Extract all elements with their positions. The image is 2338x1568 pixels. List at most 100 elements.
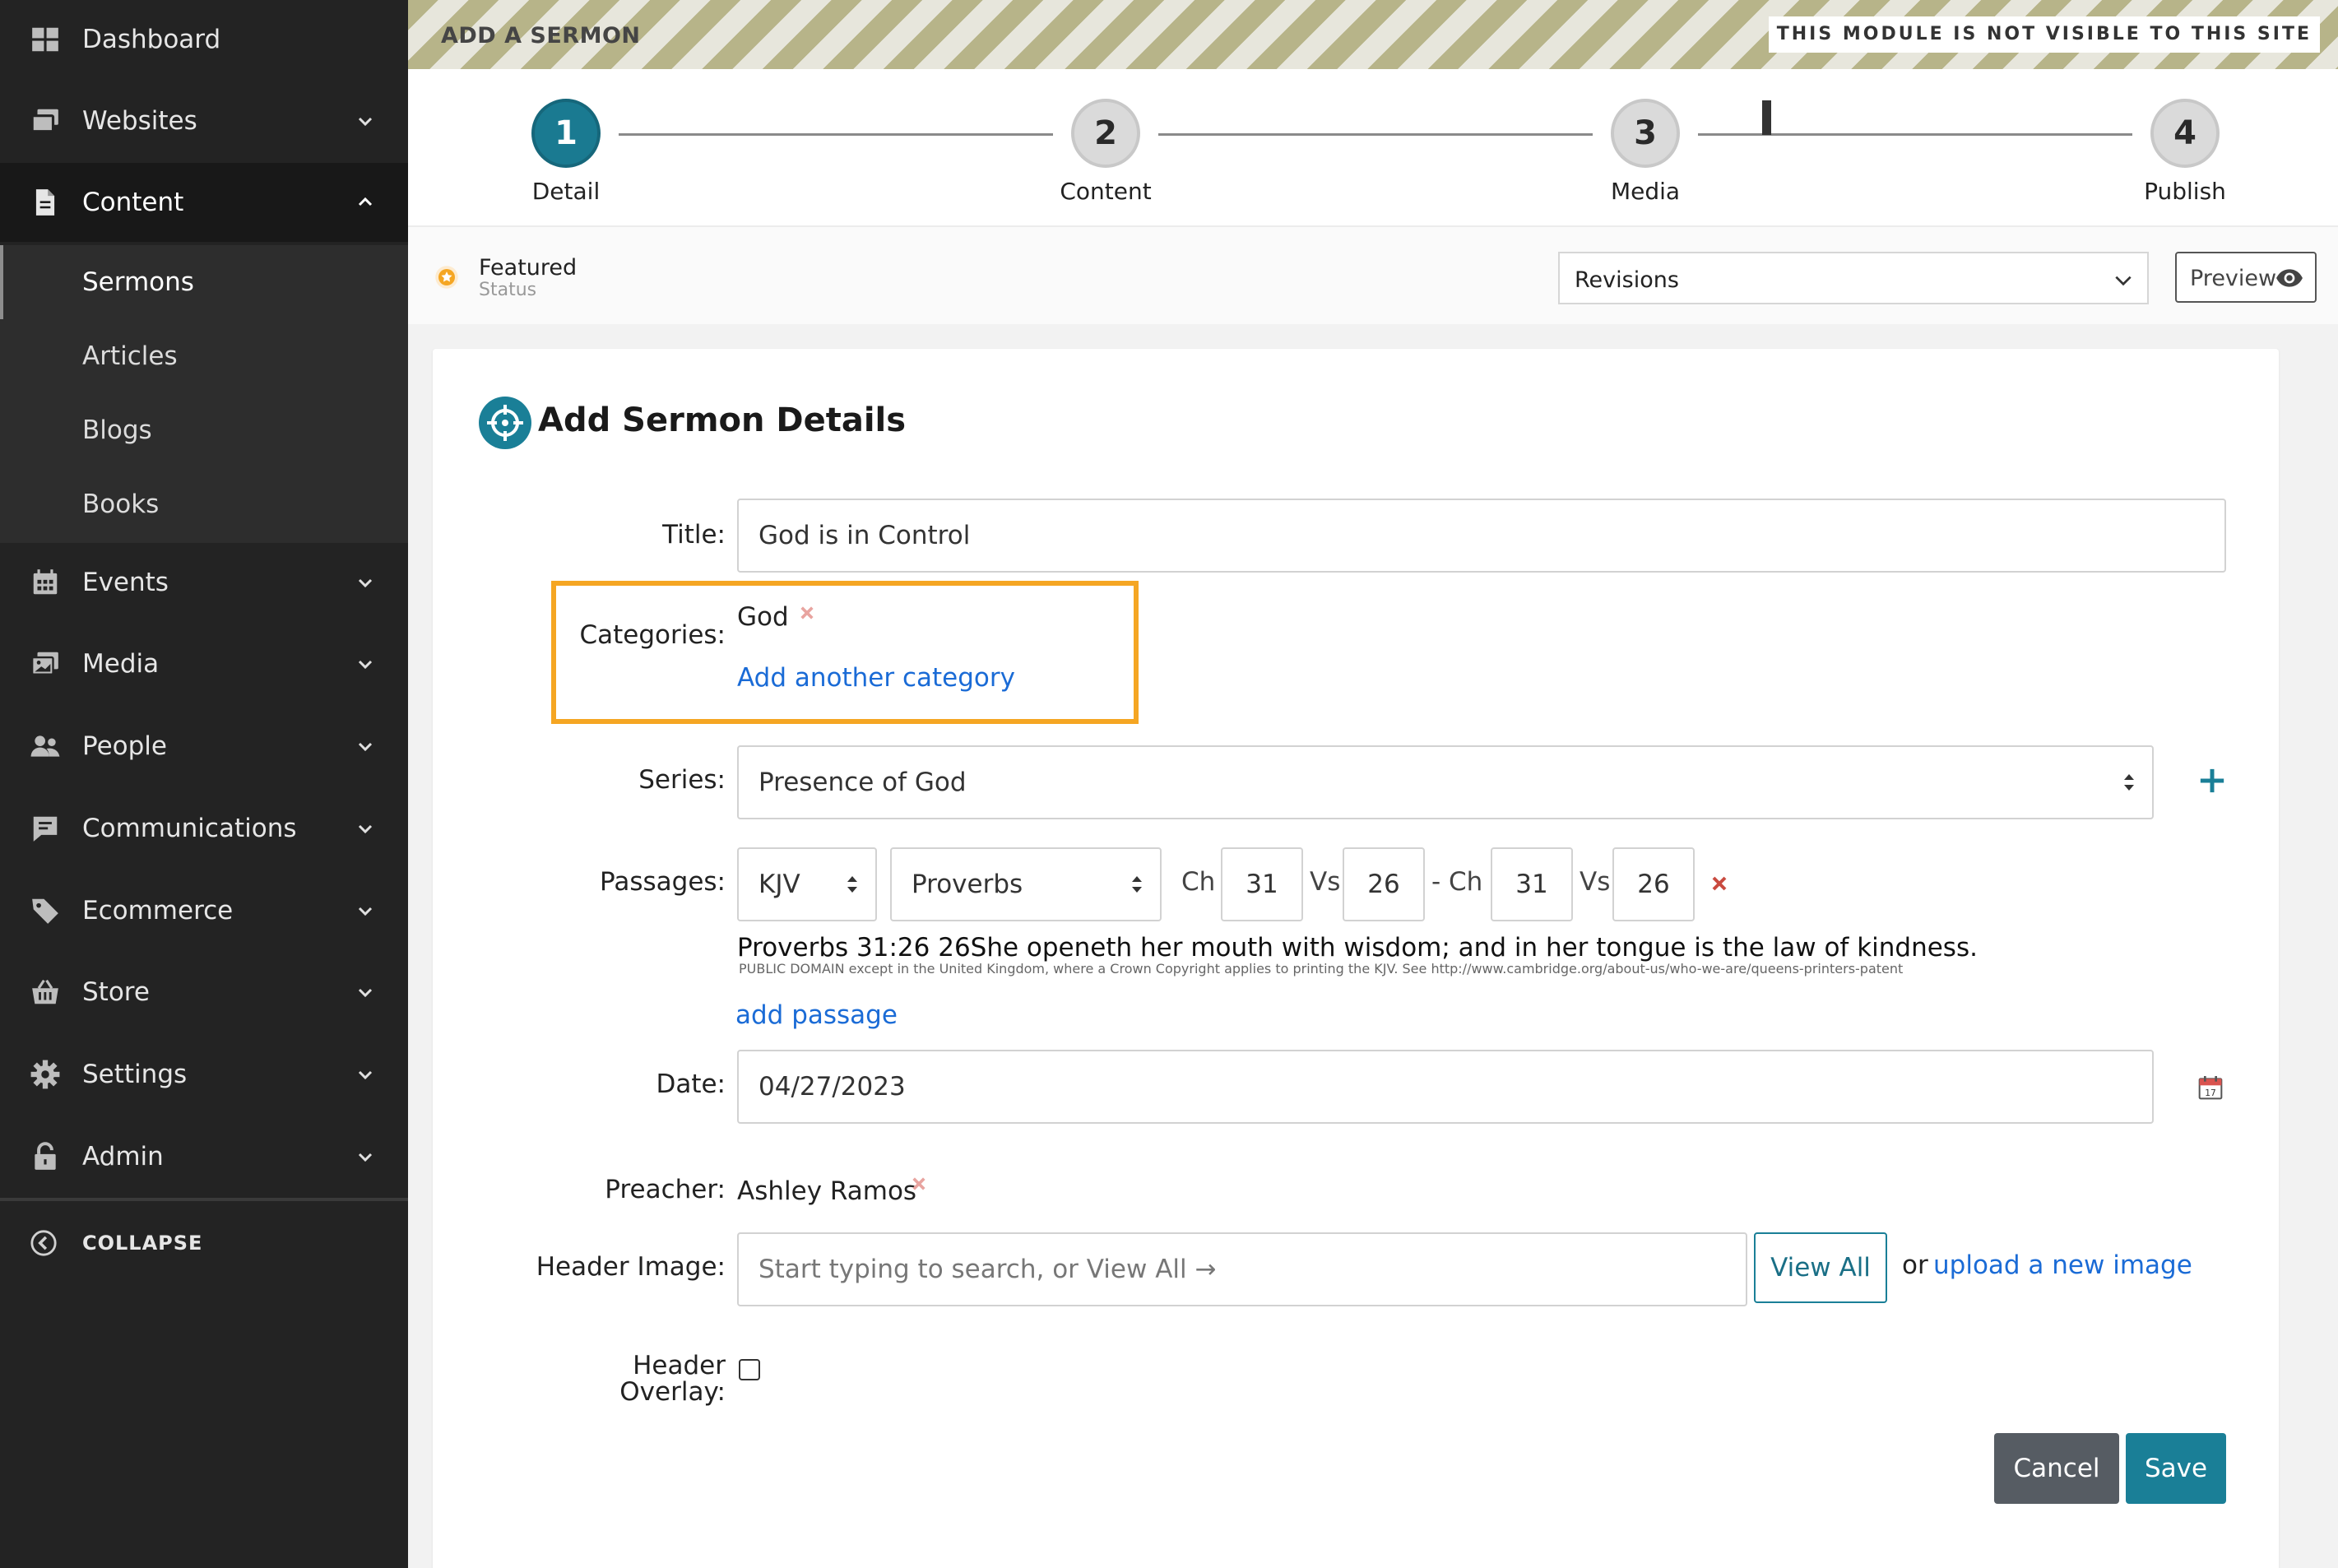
calendar-picker-icon[interactable]: 17 bbox=[2197, 1074, 2224, 1101]
sidebar-subitem-books[interactable]: Books bbox=[0, 467, 408, 541]
end-chapter-input[interactable]: 31 bbox=[1491, 847, 1573, 921]
sidebar-item-store[interactable]: Store bbox=[0, 953, 408, 1032]
header-overlay-label: Header bbox=[633, 1351, 726, 1380]
step-label: Content bbox=[1060, 178, 1152, 205]
step-publish[interactable]: 4 Publish bbox=[2103, 99, 2267, 205]
sidebar-item-label: Dashboard bbox=[82, 25, 221, 54]
chevron-down-icon bbox=[358, 117, 373, 127]
remove-passage-icon[interactable] bbox=[1711, 875, 1728, 892]
remove-preacher-icon[interactable] bbox=[912, 1176, 926, 1191]
sidebar-item-websites[interactable]: Websites bbox=[0, 81, 408, 160]
updown-arrows-icon bbox=[1132, 876, 1142, 893]
featured-star-icon bbox=[435, 266, 458, 289]
end-verse-input[interactable]: 26 bbox=[1612, 847, 1695, 921]
step-content[interactable]: 2 Content bbox=[1023, 99, 1188, 205]
chat-icon bbox=[33, 816, 58, 842]
chevron-down-icon bbox=[358, 1070, 373, 1080]
sidebar-subitem-label: Sermons bbox=[82, 267, 194, 297]
updown-arrows-icon bbox=[2124, 774, 2134, 791]
sidebar-item-label: Admin bbox=[82, 1142, 164, 1171]
header-overlay-label: Overlay: bbox=[619, 1377, 726, 1407]
sidebar-divider bbox=[0, 1198, 408, 1201]
sidebar-item-admin[interactable]: Admin bbox=[0, 1117, 408, 1196]
sidebar-item-ecommerce[interactable]: Ecommerce bbox=[0, 871, 408, 950]
collapse-label: COLLAPSE bbox=[82, 1232, 203, 1255]
updown-arrows-icon bbox=[847, 876, 857, 893]
passages-label: Passages: bbox=[600, 867, 726, 897]
people-icon bbox=[30, 735, 60, 757]
sidebar-subitem-blogs[interactable]: Blogs bbox=[0, 393, 408, 467]
sidebar-item-people[interactable]: People bbox=[0, 707, 408, 786]
tag-icon bbox=[32, 898, 58, 924]
step-marker bbox=[1762, 100, 1771, 135]
media-icon bbox=[30, 652, 58, 675]
sidebar-item-media[interactable]: Media bbox=[0, 624, 408, 703]
section-heading: Add Sermon Details bbox=[538, 401, 907, 439]
save-button[interactable]: Save bbox=[2126, 1433, 2226, 1504]
svg-text:17: 17 bbox=[2205, 1088, 2216, 1098]
chevron-up-icon bbox=[358, 197, 373, 206]
sermon-details-card: Add Sermon Details Title: God is in Cont… bbox=[433, 349, 2279, 1568]
chevron-down-icon bbox=[358, 907, 373, 916]
title-value: God is in Control bbox=[758, 521, 971, 550]
featured-label: Featured bbox=[479, 255, 578, 281]
view-all-button[interactable]: View All bbox=[1754, 1232, 1887, 1303]
sidebar-item-dashboard[interactable]: Dashboard bbox=[0, 0, 408, 79]
chevron-down-icon bbox=[2115, 276, 2132, 286]
start-chapter-input[interactable]: 31 bbox=[1221, 847, 1303, 921]
lock-icon bbox=[35, 1142, 56, 1170]
start-verse-input[interactable]: 26 bbox=[1343, 847, 1425, 921]
start-chapter-label: Ch bbox=[1181, 867, 1216, 897]
upload-image-link[interactable]: upload a new image bbox=[1933, 1250, 2192, 1280]
cancel-button[interactable]: Cancel bbox=[1994, 1433, 2119, 1504]
verse-text: Proverbs 31:26 26She openeth her mouth w… bbox=[737, 933, 1978, 963]
basket-icon bbox=[32, 979, 58, 1004]
sidebar-item-content[interactable]: Content bbox=[0, 163, 408, 242]
step-media[interactable]: 3 Media bbox=[1563, 99, 1728, 205]
revisions-value: Revisions bbox=[1575, 267, 1679, 293]
remove-category-icon[interactable] bbox=[800, 605, 814, 620]
bible-version-select[interactable]: KJV bbox=[737, 847, 877, 921]
preview-button[interactable]: Preview bbox=[2175, 252, 2317, 303]
chevron-left-circle-icon bbox=[30, 1230, 57, 1256]
sidebar-item-settings[interactable]: Settings bbox=[0, 1035, 408, 1114]
sidebar-item-events[interactable]: Events bbox=[0, 543, 408, 622]
chevron-down-icon bbox=[358, 660, 373, 670]
start-chapter-value: 31 bbox=[1246, 870, 1278, 899]
revisions-select[interactable]: Revisions bbox=[1558, 252, 2149, 304]
sidebar-item-communications[interactable]: Communications bbox=[0, 789, 408, 868]
preacher-label: Preacher: bbox=[605, 1175, 726, 1204]
header-image-placeholder: Start typing to search, or View All → bbox=[758, 1255, 1217, 1284]
step-number: 1 bbox=[531, 99, 601, 168]
end-chapter-value: 31 bbox=[1515, 870, 1548, 899]
sidebar-item-label: Store bbox=[82, 977, 150, 1007]
date-value: 04/27/2023 bbox=[758, 1072, 906, 1102]
sidebar-subitem-articles[interactable]: Articles bbox=[0, 319, 408, 393]
add-category-link[interactable]: Add another category bbox=[737, 663, 1015, 693]
document-icon bbox=[35, 189, 55, 216]
series-select[interactable]: Presence of God bbox=[737, 745, 2154, 819]
header-overlay-checkbox[interactable] bbox=[739, 1359, 760, 1380]
step-detail[interactable]: 1 Detail bbox=[484, 99, 648, 205]
step-number: 3 bbox=[1611, 99, 1680, 168]
categories-label: Categories: bbox=[579, 620, 726, 650]
chevron-down-icon bbox=[358, 742, 373, 752]
date-input[interactable]: 04/27/2023 bbox=[737, 1050, 2154, 1124]
step-connector bbox=[1158, 133, 1593, 136]
sidebar-collapse-button[interactable]: COLLAPSE bbox=[0, 1209, 408, 1277]
calendar-icon bbox=[33, 569, 58, 595]
page-title: ADD A SERMON bbox=[441, 23, 641, 49]
sidebar-subitem-sermons[interactable]: Sermons bbox=[0, 245, 408, 319]
chevron-down-icon bbox=[358, 1153, 373, 1162]
sidebar-item-label: Communications bbox=[82, 814, 297, 843]
chevron-down-icon bbox=[358, 824, 373, 834]
status-label: Status bbox=[479, 280, 537, 300]
start-verse-value: 26 bbox=[1367, 870, 1400, 899]
add-passage-link[interactable]: add passage bbox=[735, 1000, 898, 1030]
add-series-icon[interactable] bbox=[2198, 767, 2226, 795]
title-input[interactable]: God is in Control bbox=[737, 499, 2226, 573]
bible-book-select[interactable]: Proverbs bbox=[890, 847, 1162, 921]
verse-copyright: PUBLIC DOMAIN except in the United Kingd… bbox=[739, 961, 1904, 977]
end-verse-value: 26 bbox=[1637, 870, 1670, 899]
header-image-search-input[interactable]: Start typing to search, or View All → bbox=[737, 1232, 1747, 1306]
